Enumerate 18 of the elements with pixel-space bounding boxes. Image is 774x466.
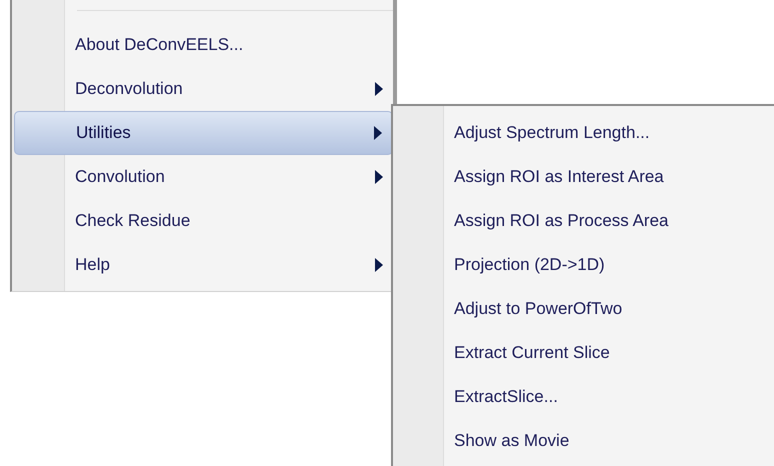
menu-item[interactable]: Check Residue [65,199,393,243]
menu-item[interactable]: Assign ROI as Process Area [444,199,774,243]
menu-item[interactable]: Assign ROI as Interest Area [444,155,774,199]
submenu-arrow-icon [374,126,382,140]
menu-item[interactable]: Help [65,243,393,287]
menu-item[interactable]: Deconvolution [65,67,393,111]
menu-item[interactable]: Convolution [65,155,393,199]
submenu-arrow-icon [375,258,383,272]
menu-item[interactable]: ExtractSlice... [444,375,774,419]
menu-item[interactable]: Extract Current Slice [444,331,774,375]
menu-item[interactable]: About DeConvEELS... [65,23,393,67]
submenu-arrow-icon [375,170,383,184]
menu-item[interactable]: Adjust to PowerOfTwo [444,287,774,331]
menu-item[interactable]: Utilities [14,111,393,155]
menu-item[interactable]: Adjust Spectrum Length... [444,111,774,155]
submenu-arrow-icon [375,82,383,96]
menu-item[interactable]: Show as Movie [444,419,774,463]
menu-item[interactable]: Projection (2D->1D) [444,243,774,287]
